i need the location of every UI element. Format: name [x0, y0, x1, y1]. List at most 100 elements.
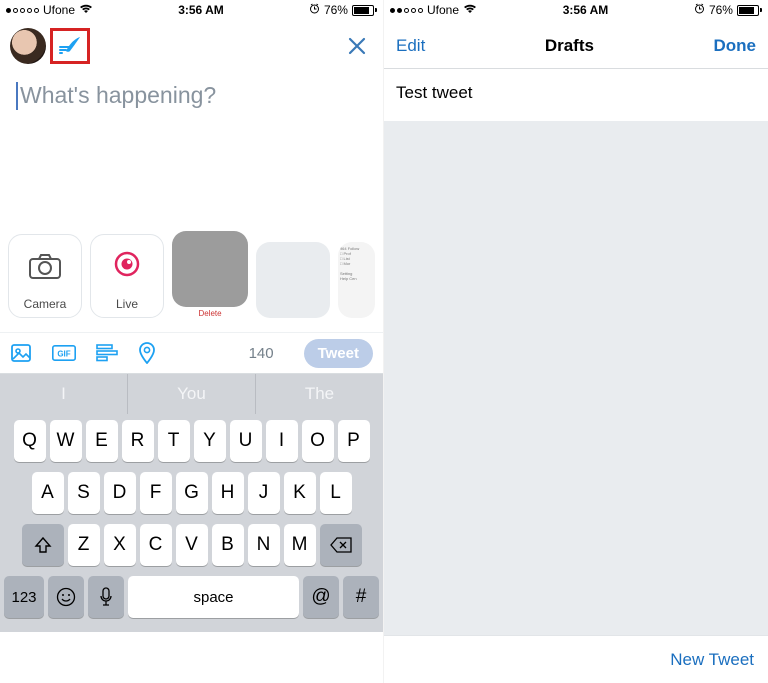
key-e[interactable]: E	[86, 420, 118, 462]
camera-label: Camera	[24, 297, 67, 311]
carrier-label-r: Ufone	[427, 3, 459, 17]
key-n[interactable]: N	[248, 524, 280, 566]
wifi-icon-r	[463, 3, 477, 17]
recent-media-thumb-2[interactable]	[256, 242, 330, 318]
battery-icon	[352, 5, 377, 16]
key-q[interactable]: Q	[14, 420, 46, 462]
compose-toolbar: GIF 140 Tweet	[0, 332, 383, 374]
alarm-icon-r	[694, 3, 705, 17]
key-backspace[interactable]	[320, 524, 362, 566]
key-r[interactable]: R	[122, 420, 154, 462]
new-tweet-button[interactable]: New Tweet	[670, 650, 754, 670]
key-f[interactable]: F	[140, 472, 172, 514]
key-mic[interactable]	[88, 576, 124, 618]
suggestion-2[interactable]: You	[128, 374, 256, 414]
compose-placeholder: What's happening?	[20, 82, 216, 109]
status-right: 76%	[309, 3, 377, 17]
backspace-icon	[330, 537, 352, 553]
drafts-title: Drafts	[545, 36, 594, 56]
close-icon	[346, 35, 368, 57]
live-label: Live	[116, 297, 138, 311]
key-m[interactable]: M	[284, 524, 316, 566]
tweet-button[interactable]: Tweet	[304, 339, 373, 368]
key-g[interactable]: G	[176, 472, 208, 514]
battery-pct-label-r: 76%	[709, 3, 733, 17]
wifi-icon	[79, 3, 93, 17]
battery-icon-r	[737, 5, 762, 16]
live-tile[interactable]: Live	[90, 234, 164, 318]
signal-dots-r	[390, 8, 423, 13]
close-compose-button[interactable]	[343, 32, 371, 60]
drafts-header: Edit Drafts Done	[384, 24, 768, 68]
gif-icon[interactable]: GIF	[52, 345, 76, 361]
key-b[interactable]: B	[212, 524, 244, 566]
drafts-list: Test tweet	[384, 69, 768, 635]
key-w[interactable]: W	[50, 420, 82, 462]
key-hash[interactable]: #	[343, 576, 379, 618]
status-time-r: 3:56 AM	[563, 3, 609, 17]
suggestion-1[interactable]: I	[0, 374, 128, 414]
text-cursor	[16, 82, 18, 110]
suggestion-3[interactable]: The	[256, 374, 383, 414]
poll-icon[interactable]	[96, 344, 118, 362]
key-h[interactable]: H	[212, 472, 244, 514]
recent-media-thumb-1[interactable]	[172, 231, 248, 307]
key-v[interactable]: V	[176, 524, 208, 566]
drafts-screen: Ufone 3:56 AM 76% Edit Drafts Done Test …	[384, 0, 768, 683]
avatar[interactable]	[10, 28, 46, 64]
char-count: 140	[249, 345, 274, 362]
location-icon[interactable]	[138, 342, 156, 364]
key-numbers[interactable]: 123	[4, 576, 44, 618]
key-p[interactable]: P	[338, 420, 370, 462]
keyboard-row-1: Q W E R T Y U I O P	[4, 420, 379, 462]
key-a[interactable]: A	[32, 472, 64, 514]
key-j[interactable]: J	[248, 472, 280, 514]
edit-button[interactable]: Edit	[396, 36, 425, 56]
periscope-icon	[111, 250, 143, 282]
key-x[interactable]: X	[104, 524, 136, 566]
key-i[interactable]: I	[266, 420, 298, 462]
key-y[interactable]: Y	[194, 420, 226, 462]
key-c[interactable]: C	[140, 524, 172, 566]
delete-label: Delete	[198, 309, 221, 318]
mic-icon	[99, 587, 113, 607]
compose-quill-highlight[interactable]	[50, 28, 90, 64]
svg-text:GIF: GIF	[57, 350, 70, 359]
key-t[interactable]: T	[158, 420, 190, 462]
key-z[interactable]: Z	[68, 524, 100, 566]
keyboard-suggestions: I You The	[0, 374, 383, 414]
key-l[interactable]: L	[320, 472, 352, 514]
key-at[interactable]: @	[303, 576, 339, 618]
key-shift[interactable]	[22, 524, 64, 566]
new-tweet-bar: New Tweet	[384, 635, 768, 683]
camera-icon	[27, 251, 63, 281]
compose-textarea[interactable]: What's happening?	[0, 68, 383, 228]
key-d[interactable]: D	[104, 472, 136, 514]
key-space[interactable]: space	[128, 576, 299, 618]
recent-media-thumb-3[interactable]: 964 Follow□ Prof□ List□ MorSettingHelp C…	[338, 242, 375, 318]
quill-icon	[56, 33, 84, 59]
done-button[interactable]: Done	[713, 36, 756, 56]
compose-screen: Ufone 3:56 AM 76%	[0, 0, 384, 683]
status-right-r: 76%	[694, 3, 762, 17]
key-emoji[interactable]	[48, 576, 84, 618]
keyboard-row-4: 123 space @ #	[4, 576, 379, 618]
status-bar-right: Ufone 3:56 AM 76%	[384, 0, 768, 20]
compose-header	[0, 24, 383, 68]
status-left: Ufone	[6, 3, 93, 17]
key-k[interactable]: K	[284, 472, 316, 514]
alarm-icon	[309, 3, 320, 17]
keyboard-row-3: Z X C V B N M	[4, 524, 379, 566]
drafts-empty-area	[384, 121, 768, 635]
photo-icon[interactable]	[10, 342, 32, 364]
media-suggestion-row: Camera Live Delete 964 Follow□ Prof□ Lis…	[0, 228, 383, 318]
key-o[interactable]: O	[302, 420, 334, 462]
key-u[interactable]: U	[230, 420, 262, 462]
key-s[interactable]: S	[68, 472, 100, 514]
emoji-icon	[56, 587, 76, 607]
draft-item[interactable]: Test tweet	[384, 69, 768, 121]
draft-item-text: Test tweet	[396, 83, 473, 102]
keyboard-row-2: A S D F G H J K L	[4, 472, 379, 514]
status-time: 3:56 AM	[178, 3, 224, 17]
camera-tile[interactable]: Camera	[8, 234, 82, 318]
